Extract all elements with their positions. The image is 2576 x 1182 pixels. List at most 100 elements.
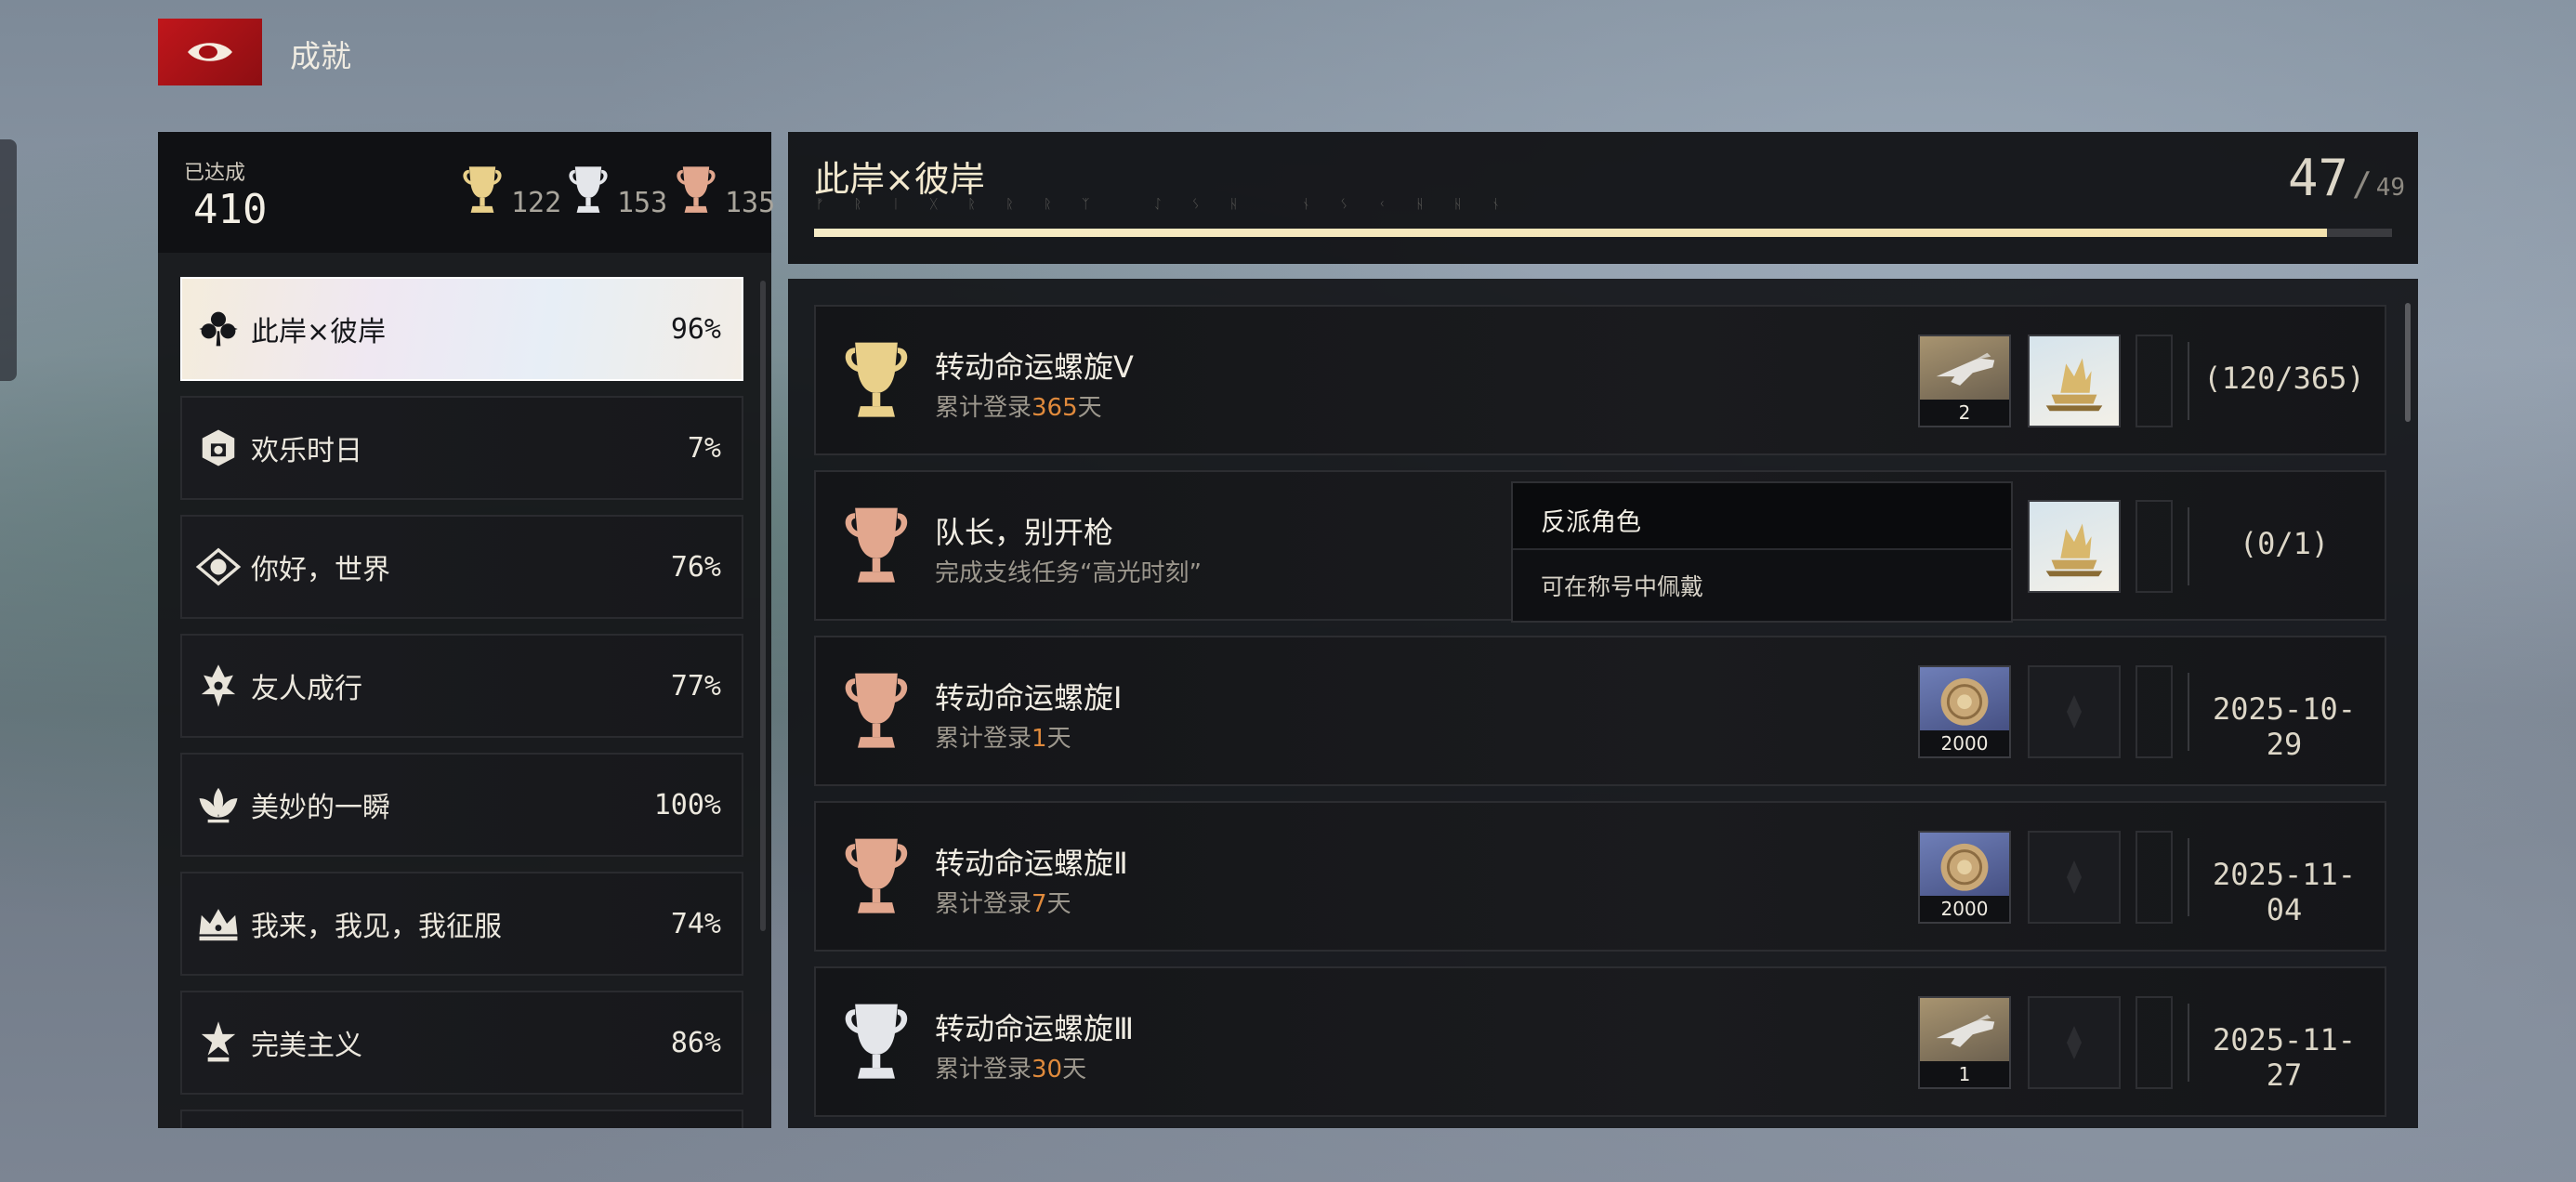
category-percent: 96% [670, 312, 721, 346]
flame-emblem-icon [201, 664, 236, 707]
reward-slot-locked [2028, 996, 2121, 1089]
category-label: 美妙的一瞬 [251, 792, 390, 824]
category-percent: 74% [670, 907, 721, 940]
silver-trophy-icon [835, 996, 918, 1089]
achievement-title: 转动命运螺旋Ⅴ [935, 349, 1134, 385]
category-item-hello-world[interactable]: 你好，世界 76% [180, 515, 743, 619]
bronze-trophy-stat: 135 [671, 164, 775, 219]
reward-tooltip: 反派角色 可在称号中佩戴 [1511, 481, 2013, 623]
category-item-friends[interactable]: 友人成行 77% [180, 634, 743, 738]
category-item-more[interactable] [180, 1110, 743, 1128]
achievement-title: 转动命运螺旋Ⅱ [935, 846, 1128, 881]
category-item-shore[interactable]: 此岸×彼岸 96% [180, 277, 743, 381]
eye-emblem-icon [195, 547, 242, 586]
decorative-script-line: ᚠ ᚱ ᛁ ᚷ ᚱ ᚱ ᚱ ᛉ ᛇ ᛊ ᚺ ᚾ ᛊ ᚲ ᚺ ᚺ ᚾ [816, 197, 1513, 212]
tooltip-header: 反派角色 [1513, 483, 2011, 550]
achievement-row[interactable]: 转动命运螺旋Ⅴ 累计登录365天 2 (120/365) [814, 305, 2386, 455]
achievement-status: (120/365) [2203, 361, 2365, 396]
row-divider [2188, 1004, 2189, 1082]
tooltip-title: 反派角色 [1541, 508, 1641, 537]
category-label: 此岸×彼岸 [251, 316, 387, 348]
cube-emblem-icon [202, 429, 235, 466]
achievement-summary: 已达成 410 122 153 135 [158, 132, 775, 253]
reward-slot-locked [2028, 831, 2121, 924]
reward-slot-empty [2136, 831, 2173, 924]
achievement-row[interactable]: 转动命运螺旋Ⅰ 累计登录1天 2000 2025-10-29 [814, 636, 2386, 786]
achievement-title: 转动命运螺旋Ⅲ [935, 1011, 1135, 1046]
category-panel: 已达成 410 122 153 135 此岸×彼岸 96% 欢乐时日 7% 你好… [158, 132, 775, 1128]
completion-date: 2025-11-27 [2212, 1022, 2357, 1093]
completion-date: 2025-11-04 [2212, 857, 2357, 927]
reward-slot-title[interactable] [2028, 335, 2121, 427]
category-detail-header: 此岸×彼岸 ᚠ ᚱ ᛁ ᚷ ᚱ ᚱ ᚱ ᛉ ᛇ ᛊ ᚺ ᚾ ᛊ ᚲ ᚺ ᚺ ᚾ … [788, 132, 2418, 264]
reward-slot-item[interactable]: 2000 [1918, 831, 2011, 924]
category-scrollbar[interactable] [760, 281, 766, 931]
category-label: 完美主义 [251, 1030, 362, 1062]
reward-slot-item[interactable]: 2000 [1918, 665, 2011, 758]
silver-trophy-stat: 153 [563, 164, 667, 219]
achievement-row[interactable]: 队长，别开枪 完成支线任务“高光时刻” 反派角色 可在称号中佩戴 (0/1) [814, 470, 2386, 623]
gun-card-icon [1936, 352, 1995, 386]
tooltip-desc: 可在称号中佩戴 [1541, 573, 1704, 600]
eye-logo-icon [188, 43, 232, 61]
category-label: 你好，世界 [251, 554, 390, 586]
page-title: 成就 [290, 38, 351, 74]
crown-emblem-icon [199, 909, 238, 941]
category-progress-bar [814, 229, 2392, 237]
reward-slot-empty [2136, 665, 2173, 758]
locked-diamond-icon [2067, 1026, 2082, 1059]
achievement-row[interactable]: 转动命运螺旋Ⅱ 累计登录7天 2000 2025-11-04 [814, 801, 2386, 952]
category-percent: 86% [670, 1026, 721, 1059]
achievement-row[interactable]: 转动命运螺旋Ⅲ 累计登录30天 1 2025-11-27 [814, 966, 2386, 1117]
bronze-trophy-icon [835, 665, 918, 758]
reward-quantity: 2 [1920, 400, 2009, 426]
silver-count: 153 [617, 187, 668, 219]
row-divider [2188, 838, 2189, 916]
achieved-label: 已达成 [184, 162, 246, 185]
category-item-perfectionism[interactable]: 完美主义 86% [180, 991, 743, 1095]
row-divider [2188, 507, 2189, 585]
progress-current: 47 [2288, 149, 2349, 207]
category-progress-readout: 47/49 [2288, 149, 2406, 207]
category-item-conquer[interactable]: 我来，我见，我征服 74% [180, 872, 743, 976]
category-item-happy-days[interactable]: 欢乐时日 7% [180, 396, 743, 500]
reward-slot-item[interactable]: 2 [1918, 335, 2011, 427]
reward-quantity: 2000 [1920, 896, 2009, 922]
locked-diamond-icon [2067, 860, 2082, 894]
gold-trophy-stat: 122 [457, 164, 561, 219]
category-progress-fill [814, 229, 2328, 237]
achievement-desc: 累计登录1天 [935, 725, 1071, 753]
completion-date: 2025-10-29 [2212, 691, 2357, 762]
row-divider [2188, 673, 2189, 751]
gold-trophy-icon [457, 162, 507, 219]
achievement-title: 队长，别开枪 [935, 515, 1114, 550]
reward-quantity: 2000 [1920, 730, 2009, 756]
category-list: 此岸×彼岸 96% 欢乐时日 7% 你好，世界 76% 友人成行 77% 美妙的… [180, 277, 760, 1128]
category-label: 欢乐时日 [251, 435, 362, 467]
locked-diamond-icon [2067, 695, 2082, 729]
category-item-wonderful-moment[interactable]: 美妙的一瞬 100% [180, 753, 743, 857]
achievement-desc: 完成支线任务“高光时刻” [935, 559, 1202, 587]
achievement-status: (0/1) [2239, 526, 2330, 561]
title-plaque-icon [2045, 523, 2103, 577]
side-edge-tab[interactable] [0, 139, 17, 381]
category-percent: 76% [670, 550, 721, 584]
coin-icon [1940, 677, 1989, 726]
reward-slot-item[interactable]: 1 [1918, 996, 2011, 1089]
reward-slot-title[interactable] [2028, 500, 2121, 593]
achievement-desc: 累计登录365天 [935, 394, 1102, 422]
progress-total: 49 [2375, 174, 2406, 202]
coin-icon [1940, 843, 1989, 891]
reward-slot-empty [2136, 996, 2173, 1089]
bronze-trophy-icon [835, 500, 918, 593]
category-label: 我来，我见，我征服 [251, 911, 502, 943]
clover-emblem-icon [199, 311, 238, 347]
row-divider [2188, 342, 2189, 420]
title-plaque-icon [2045, 358, 2103, 412]
achievement-list: 转动命运螺旋Ⅴ 累计登录365天 2 (120/365) 队长，别开枪 完成支线… [788, 279, 2418, 1128]
achievement-menu-badge [158, 19, 262, 85]
reward-slot-empty [2136, 335, 2173, 427]
category-title: 此岸×彼岸 [814, 159, 985, 200]
achievement-list-scrollbar[interactable] [2405, 303, 2411, 422]
silver-trophy-icon [563, 162, 613, 219]
